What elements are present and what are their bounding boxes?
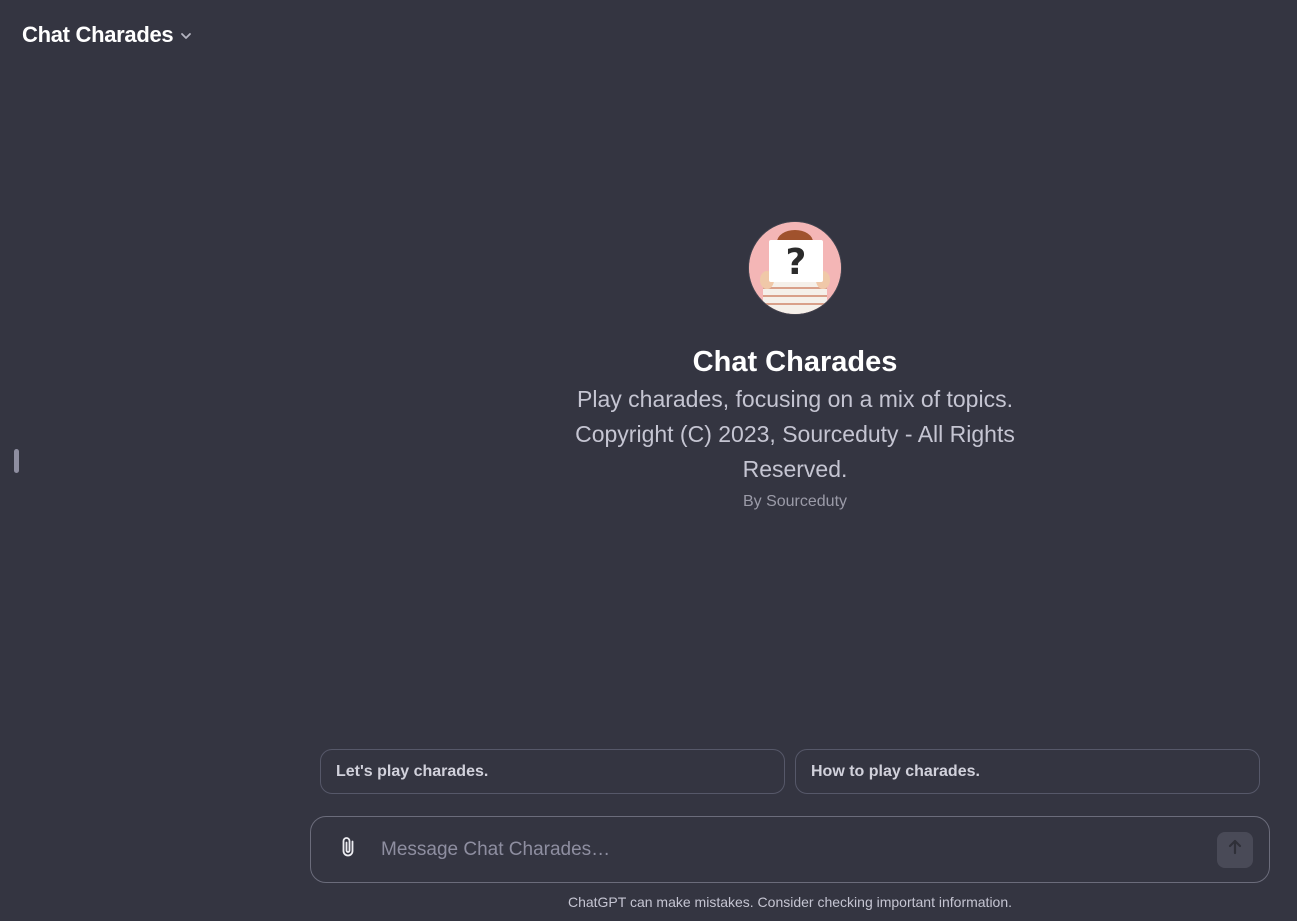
svg-text:?: ? <box>786 242 807 283</box>
suggestion-list: Let's play charades. How to play charade… <box>320 749 1260 794</box>
disclaimer-text: ChatGPT can make mistakes. Consider chec… <box>567 894 1013 910</box>
attach-button[interactable] <box>328 830 368 870</box>
chevron-down-icon <box>179 29 193 43</box>
chat-app: Chat Charades ? Chat Charades Play chara… <box>0 0 1297 921</box>
gpt-switcher[interactable]: Chat Charades <box>13 18 202 52</box>
page-title: Chat Charades <box>22 22 174 47</box>
suggestion-button[interactable]: Let's play charades. <box>320 749 785 794</box>
suggestion-button[interactable]: How to play charades. <box>795 749 1260 794</box>
message-input[interactable] <box>379 828 1217 871</box>
gpt-name: Chat Charades <box>692 346 898 378</box>
gpt-avatar: ? <box>749 222 841 314</box>
gpt-author: By Sourceduty <box>742 493 848 510</box>
paperclip-icon <box>336 835 360 864</box>
sidebar-toggle-handle[interactable] <box>14 449 19 473</box>
gpt-intro: ? Chat Charades Play charades, focusing … <box>500 222 1090 511</box>
arrow-up-icon <box>1226 838 1244 861</box>
send-button[interactable] <box>1217 831 1253 868</box>
gpt-description: Play charades, focusing on a mix of topi… <box>575 386 1015 482</box>
message-composer <box>310 816 1270 883</box>
